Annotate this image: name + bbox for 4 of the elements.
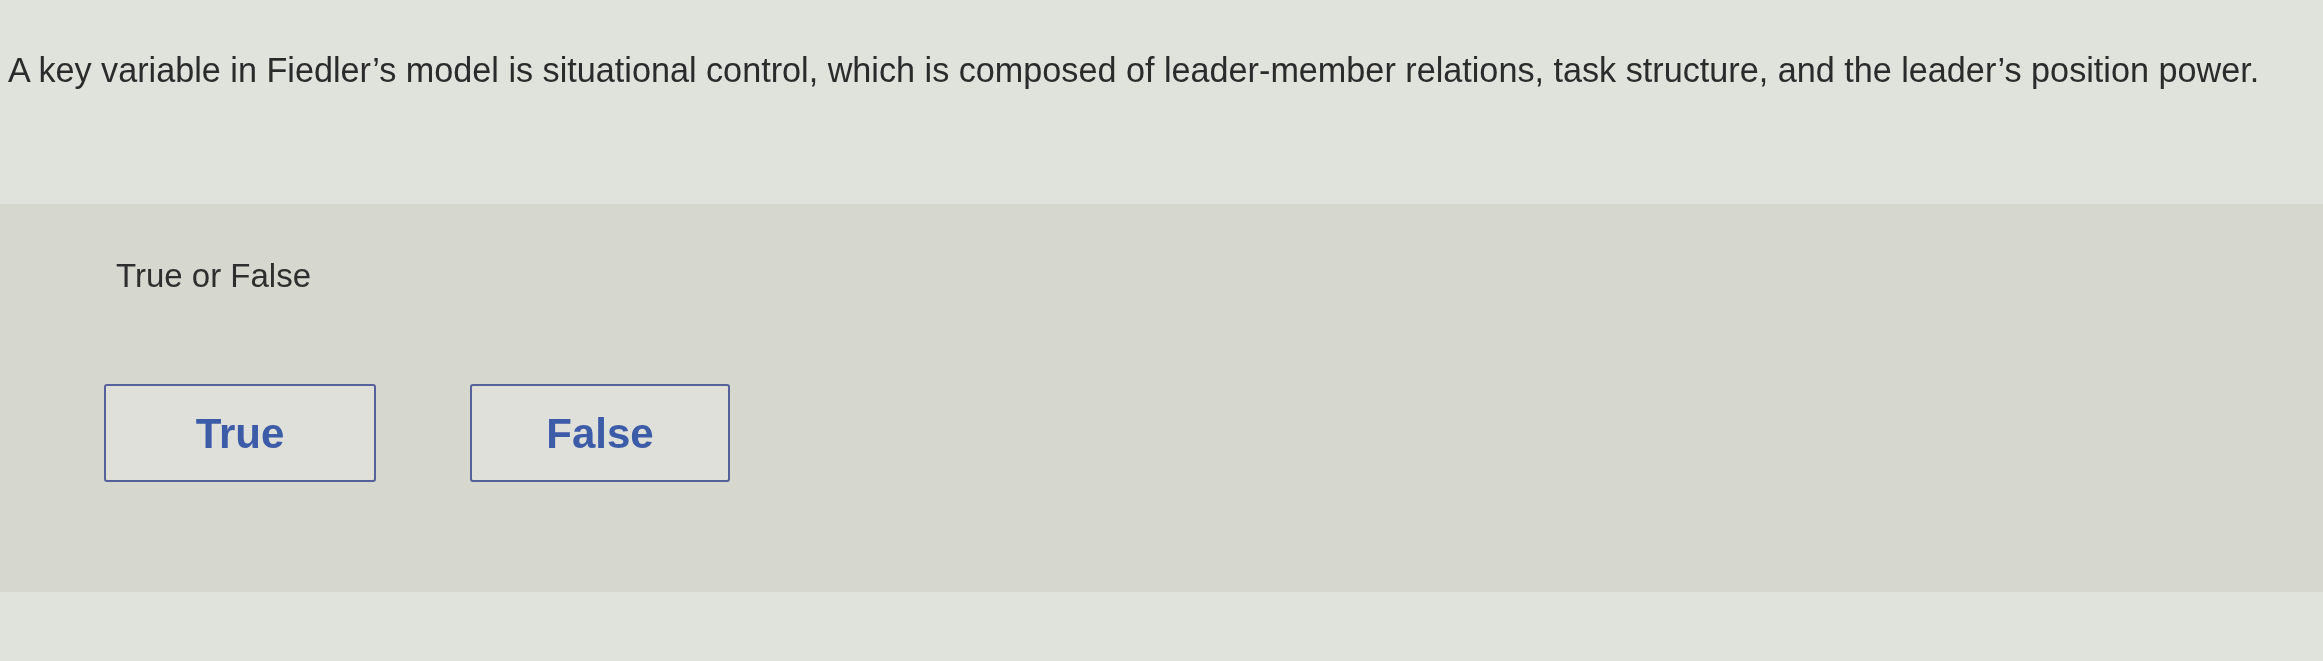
- question-type-label: True or False: [116, 256, 311, 296]
- answer-option-button[interactable]: False: [470, 384, 730, 482]
- question-text: A key variable in Fiedler’s model is situational control, which is composed of leader-member relations, task structure, and the leader’s position power.: [8, 50, 2260, 91]
- answer-option-button[interactable]: True: [104, 384, 376, 482]
